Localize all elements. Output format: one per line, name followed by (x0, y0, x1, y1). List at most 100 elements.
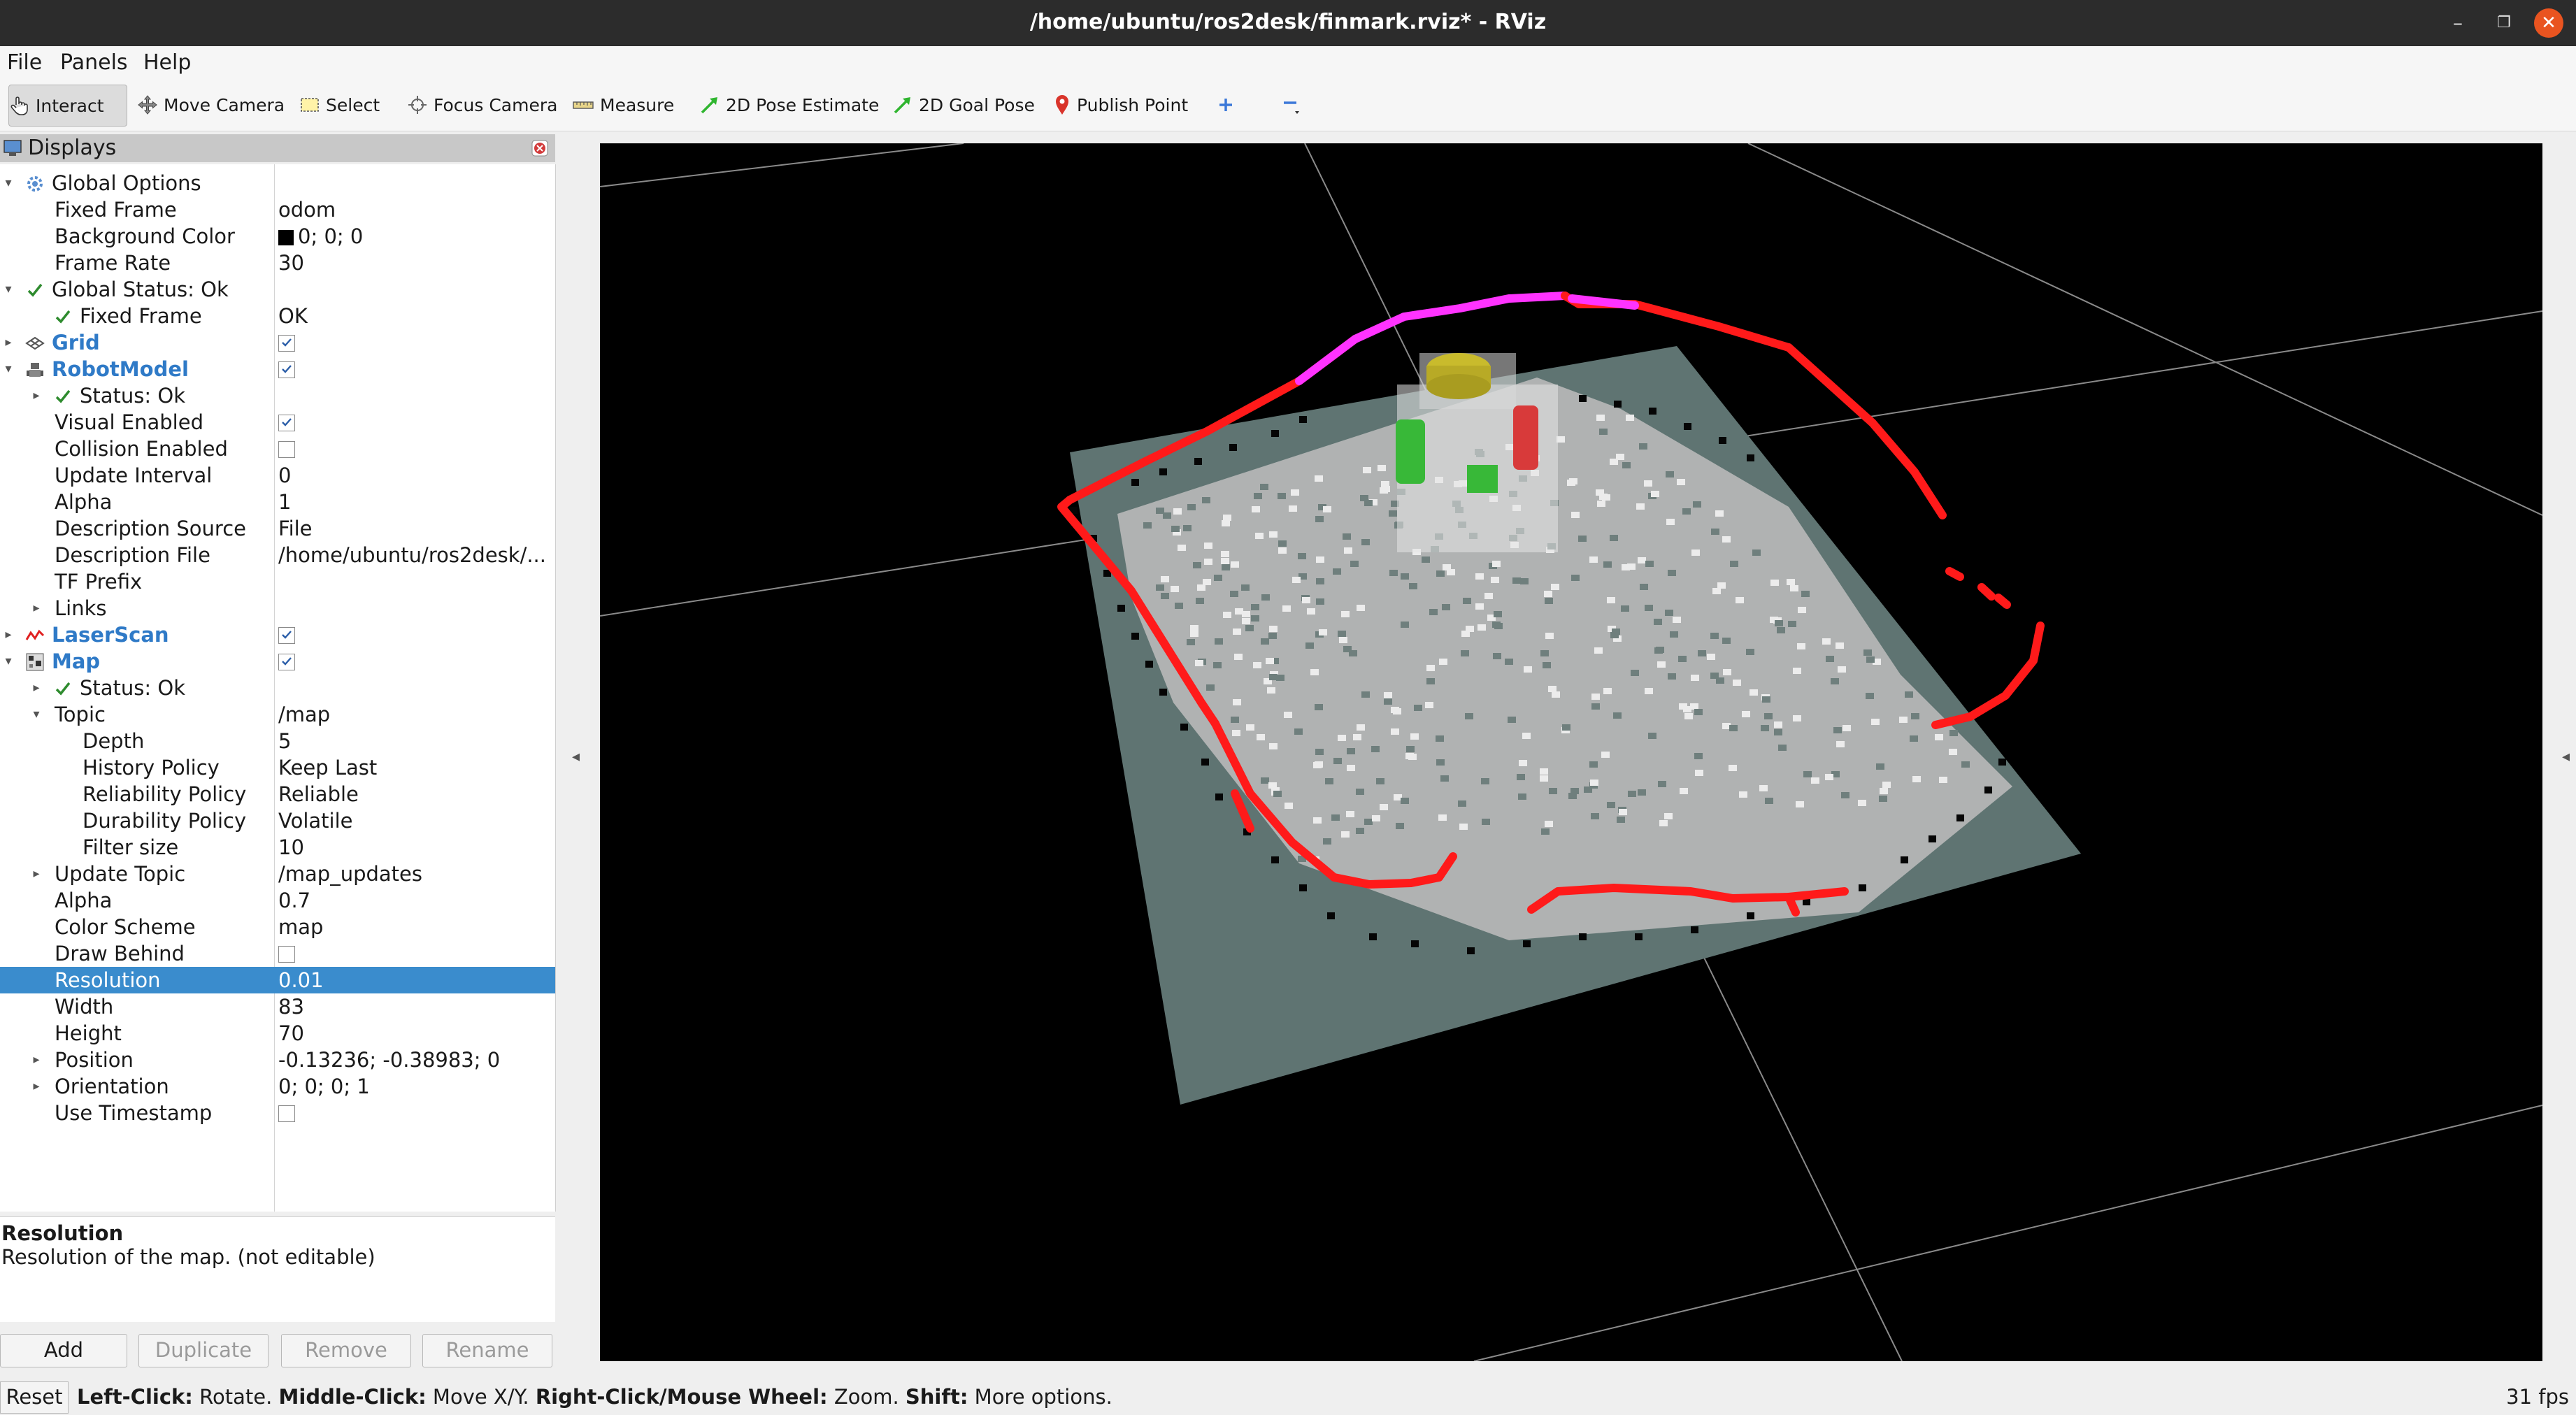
tree-row-durability-policy[interactable]: Durability Policy Volatile (0, 807, 555, 834)
expand-open-icon[interactable]: ▾ (1, 276, 15, 303)
tree-row-collision-enabled[interactable]: Collision Enabled (0, 436, 555, 462)
checkbox[interactable] (278, 946, 295, 963)
interact-tool-button[interactable]: Interact (8, 85, 127, 127)
checkbox[interactable] (278, 441, 295, 458)
tree-row-update-topic[interactable]: ▸ Update Topic/map_updates (0, 861, 555, 887)
checkbox[interactable] (278, 415, 295, 431)
tree-row-laserscan[interactable]: ▸ LaserScan (0, 622, 555, 648)
render-viewport[interactable] (600, 143, 2542, 1361)
goal-pose-tool-button[interactable]: 2D Goal Pose (892, 85, 1035, 125)
right-splitter-arrow-icon[interactable]: ◂ (2562, 748, 2570, 766)
tree-row-position[interactable]: ▸ Position -0.13236; -0.38983; 0 (0, 1047, 555, 1073)
measure-tool-button[interactable]: Measure (572, 85, 674, 125)
menu-panels[interactable]: Panels (60, 46, 128, 79)
tree-row-depth[interactable]: Depth 5 (0, 728, 555, 754)
expand-closed-icon[interactable]: ▸ (29, 1047, 43, 1073)
tree-row-description-source[interactable]: Description Source File (0, 515, 555, 542)
tree-row-value[interactable]: odom (278, 196, 336, 223)
tree-row-value[interactable]: OK (278, 303, 308, 329)
tree-row-frame-rate[interactable]: Frame Rate 30 (0, 250, 555, 276)
tree-row-color-scheme[interactable]: Color Scheme map (0, 914, 555, 940)
tree-row-value[interactable]: 0.01 (278, 967, 324, 993)
tree-row-value[interactable]: 0; 0; 0 (278, 223, 363, 250)
expand-open-icon[interactable]: ▾ (1, 170, 15, 196)
tree-row-background-color[interactable]: Background Color 0; 0; 0 (0, 223, 555, 250)
tree-row-value[interactable]: Keep Last (278, 754, 377, 781)
tree-row-update-interval[interactable]: Update Interval 0 (0, 462, 555, 489)
tree-row-alpha[interactable]: Alpha 0.7 (0, 887, 555, 914)
tree-row-value[interactable]: 5 (278, 728, 291, 754)
close-panel-icon[interactable] (531, 140, 548, 157)
tree-row-fixed-frame[interactable]: Fixed Frame OK (0, 303, 555, 329)
tree-row-map[interactable]: ▾ Map (0, 648, 555, 675)
menu-help[interactable]: Help (143, 46, 191, 79)
tree-row-reliability-policy[interactable]: Reliability Policy Reliable (0, 781, 555, 807)
checkbox[interactable] (278, 361, 295, 378)
tree-row-value[interactable]: map (278, 914, 323, 940)
expand-closed-icon[interactable]: ▸ (1, 622, 15, 648)
focus-camera-tool-button[interactable]: Focus Camera (407, 85, 557, 125)
tree-row-filter-size[interactable]: Filter size 10 (0, 834, 555, 861)
remove-button[interactable]: Remove (281, 1334, 411, 1367)
move-camera-tool-button[interactable]: Move Camera (137, 85, 285, 125)
tree-row-history-policy[interactable]: History Policy Keep Last (0, 754, 555, 781)
expand-closed-icon[interactable]: ▸ (29, 861, 43, 887)
tree-row-value[interactable]: 0; 0; 0; 1 (278, 1073, 370, 1100)
3d-scene[interactable] (600, 143, 2542, 1361)
tree-row-value[interactable]: 10 (278, 834, 304, 861)
add-tool-button[interactable] (1215, 85, 1242, 125)
rename-button[interactable]: Rename (422, 1334, 552, 1367)
tree-row-value[interactable]: -0.13236; -0.38983; 0 (278, 1047, 500, 1073)
expand-open-icon[interactable]: ▾ (1, 648, 15, 675)
remove-tool-button[interactable] (1280, 85, 1306, 125)
tree-row-description-file[interactable]: Description File/home/ubuntu/ros2desk/..… (0, 542, 555, 568)
tree-row-robotmodel[interactable]: ▾ RobotModel (0, 356, 555, 382)
tree-row-resolution[interactable]: Resolution 0.01 (0, 967, 555, 993)
tree-row-value[interactable]: 0 (278, 462, 291, 489)
tree-row-value[interactable]: Reliable (278, 781, 359, 807)
tree-row-global-options[interactable]: ▾ Global Options (0, 170, 555, 196)
expand-closed-icon[interactable]: ▸ (29, 675, 43, 701)
expand-open-icon[interactable]: ▾ (29, 701, 43, 728)
expand-closed-icon[interactable]: ▸ (29, 1073, 43, 1100)
tree-row-fixed-frame[interactable]: Fixed Frame odom (0, 196, 555, 223)
tree-row-visual-enabled[interactable]: Visual Enabled (0, 409, 555, 436)
tree-row-status-ok[interactable]: ▸ Status: Ok (0, 382, 555, 409)
tree-row-value[interactable]: /map_updates (278, 861, 422, 887)
duplicate-button[interactable]: Duplicate (138, 1334, 269, 1367)
expand-closed-icon[interactable]: ▸ (1, 329, 15, 356)
tree-row-status-ok[interactable]: ▸ Status: Ok (0, 675, 555, 701)
add-button[interactable]: Add (0, 1334, 127, 1367)
tree-row-grid[interactable]: ▸ Grid (0, 329, 555, 356)
tree-row-topic[interactable]: ▾ Topic/map (0, 701, 555, 728)
close-icon[interactable]: ✕ (2534, 8, 2563, 38)
tree-row-width[interactable]: Width 83 (0, 993, 555, 1020)
reset-button[interactable]: Reset (0, 1381, 69, 1414)
expand-closed-icon[interactable]: ▸ (29, 382, 43, 409)
tree-row-value[interactable]: 83 (278, 993, 304, 1020)
tree-row-tf-prefix[interactable]: TF Prefix (0, 568, 555, 595)
minimize-icon[interactable]: – (2443, 8, 2473, 38)
tree-row-height[interactable]: Height 70 (0, 1020, 555, 1047)
tree-row-value[interactable]: 70 (278, 1020, 304, 1047)
tree-row-alpha[interactable]: Alpha 1 (0, 489, 555, 515)
color-swatch[interactable] (278, 230, 294, 245)
tree-row-value[interactable]: 0.7 (278, 887, 310, 914)
tree-row-value[interactable]: /home/ubuntu/ros2desk/... (278, 542, 546, 568)
expand-open-icon[interactable]: ▾ (1, 356, 15, 382)
tree-row-orientation[interactable]: ▸ Orientation 0; 0; 0; 1 (0, 1073, 555, 1100)
checkbox[interactable] (278, 627, 295, 644)
tree-row-global-status-ok[interactable]: ▾ Global Status: Ok (0, 276, 555, 303)
publish-point-tool-button[interactable]: Publish Point (1053, 85, 1188, 125)
menu-file[interactable]: File (7, 46, 42, 79)
maximize-icon[interactable]: ❐ (2489, 8, 2519, 38)
left-splitter-arrow-icon[interactable]: ◂ (572, 748, 580, 766)
checkbox[interactable] (278, 335, 295, 352)
tree-row-value[interactable]: 30 (278, 250, 304, 276)
tree-row-draw-behind[interactable]: Draw Behind (0, 940, 555, 967)
checkbox[interactable] (278, 654, 295, 670)
checkbox[interactable] (278, 1105, 295, 1122)
tree-row-value[interactable]: Volatile (278, 807, 352, 834)
tree-row-value[interactable]: File (278, 515, 313, 542)
tree-row-use-timestamp[interactable]: Use Timestamp (0, 1100, 555, 1126)
